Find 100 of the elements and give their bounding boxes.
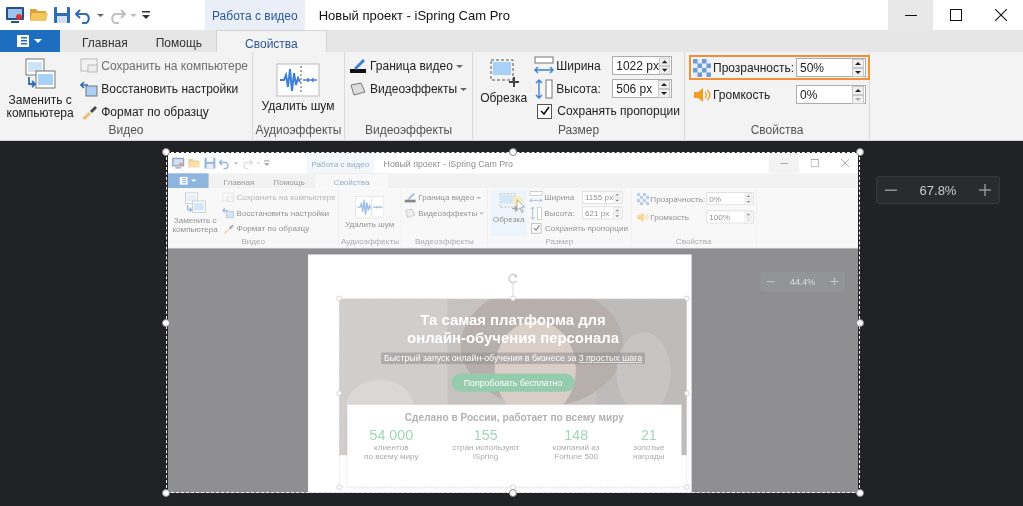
group-label: Аудиоэффекты [255, 123, 342, 139]
spinner-icon [613, 206, 622, 219]
waveform-icon [354, 195, 385, 219]
replace-button[interactable]: Заменить с компьютера [170, 190, 220, 237]
pen-icon [349, 57, 367, 74]
transparency-label: Прозрачность: [713, 60, 794, 75]
group-label: Свойства [750, 123, 804, 139]
ribbon-tab[interactable]: Свойства [216, 30, 327, 52]
file-menu-button[interactable] [0, 30, 60, 52]
resize-handle[interactable] [336, 390, 342, 396]
group-label: Свойства [675, 236, 712, 248]
checkbox[interactable] [531, 223, 542, 234]
crop-button[interactable]: Обрезка [490, 190, 527, 237]
stat-value: 148 [564, 427, 589, 444]
context-tab-label: Работа с видео [306, 153, 375, 174]
keep-proportions-checkbox[interactable]: Сохранять пропорции [534, 101, 680, 121]
transparency-label: Прозрачность: [650, 193, 706, 204]
subtitle-link[interactable]: 3 простых шага [578, 353, 643, 364]
number-field[interactable]: 1155 px [582, 190, 623, 204]
resize-handle[interactable] [684, 484, 690, 490]
minimize-button[interactable] [768, 153, 800, 174]
height-icon [534, 78, 555, 99]
group-label: Видеоэффекты [364, 123, 453, 139]
save-icon[interactable] [53, 6, 71, 24]
ribbon-tab[interactable]: Помощь [263, 173, 315, 189]
ribbon-command[interactable]: Восстановить настройки [80, 78, 248, 99]
resize-handle[interactable] [162, 148, 170, 156]
folder-icon[interactable] [187, 157, 202, 170]
checkbox-label: Сохранять пропорции [545, 223, 628, 233]
stat-caption: стран используют iSpring [452, 443, 520, 461]
brush-icon [222, 223, 235, 234]
speaker-icon [693, 85, 711, 104]
stat-caption: компаний из Fortune 500 [552, 443, 600, 461]
width-label: Ширина [556, 58, 602, 73]
resize-handle[interactable] [509, 148, 517, 156]
undo-icon[interactable] [75, 6, 93, 24]
resize-handle[interactable] [856, 148, 864, 156]
keep-proportions-checkbox[interactable]: Сохранять пропорции [529, 221, 628, 235]
height-label: Высота: [544, 208, 576, 218]
number-field[interactable]: 50% [796, 58, 866, 77]
window-title: Новый проект - iSpring Cam Pro [318, 7, 511, 23]
stat-caption: клиентов по всему миру [364, 443, 419, 461]
number-field[interactable]: 0% [796, 85, 866, 104]
remove-noise-button[interactable]: Удалить шум [257, 55, 339, 123]
stats-title: Сделано в России, работает по всему миру [404, 411, 624, 423]
stat-value: 54 000 [369, 427, 414, 444]
spinner-icon [658, 56, 671, 75]
replace-button[interactable]: Заменить с компьютера [4, 55, 77, 123]
volume-label: Громкость [650, 212, 691, 222]
number-field[interactable]: 1022 px [612, 56, 673, 75]
group-label: Размер [557, 123, 600, 139]
height-label: Высота: [556, 81, 602, 96]
stat-value: 21 [640, 427, 657, 444]
volume-label: Громкость [713, 87, 772, 102]
resize-handle[interactable] [510, 295, 516, 302]
subtitle: Быстрый запуск онлайн-обучения в бизнесе за [383, 353, 577, 364]
resize-handle[interactable] [684, 390, 690, 396]
number-field[interactable]: 506 px [612, 79, 673, 98]
spinner-icon [852, 85, 864, 104]
crop-icon [487, 57, 520, 89]
number-field[interactable]: 100% [706, 210, 754, 224]
waveform-icon [276, 63, 320, 97]
ribbon-command[interactable]: Формат по образцу [80, 101, 248, 122]
resize-handle[interactable] [162, 489, 170, 497]
crop-button[interactable]: Обрезка [477, 55, 531, 123]
resize-handle[interactable] [856, 489, 864, 497]
app-icon[interactable] [5, 6, 25, 24]
dropdown-command[interactable]: Граница видео [349, 55, 468, 76]
spinner-icon [744, 210, 753, 223]
width-label: Ширина [544, 192, 576, 203]
ribbon-command[interactable]: Формат по образцу [222, 221, 336, 236]
dropdown-command[interactable]: Видеоэффекты [404, 205, 484, 220]
dropdown-command[interactable]: Видеоэффекты [349, 78, 468, 99]
resize-handle[interactable] [856, 319, 864, 327]
film-swap-icon [23, 57, 58, 91]
ribbon-tab[interactable]: Главная [214, 173, 264, 189]
file-menu-button[interactable] [168, 173, 209, 189]
resize-handle[interactable] [684, 295, 690, 302]
checkerboard-icon [693, 58, 711, 77]
number-field[interactable]: 621 px [582, 206, 623, 220]
remove-noise-button[interactable]: Удалить шум [341, 190, 398, 237]
number-field[interactable]: 0% [706, 192, 754, 206]
ribbon-tab[interactable]: Свойства [314, 173, 390, 189]
ribbon-tab[interactable]: Главная [68, 30, 142, 52]
close-icon [994, 9, 1007, 21]
group-label: Видео [108, 123, 144, 139]
ribbon-tab[interactable]: Помощь [141, 30, 217, 52]
caret-icon [479, 210, 484, 216]
ribbon-command[interactable]: Восстановить настройки [222, 205, 336, 220]
dropdown-command[interactable]: Граница видео [404, 190, 484, 205]
group-label: Видеоэффекты [414, 236, 474, 248]
menu-icon [179, 176, 198, 185]
resize-handle[interactable] [336, 295, 342, 302]
maximize-icon [949, 9, 962, 21]
resize-handle[interactable] [336, 484, 342, 490]
checkbox[interactable] [537, 103, 553, 119]
spinner-icon [658, 79, 671, 98]
try-free-button[interactable]: Попробовать бесплатно [451, 373, 575, 392]
redo-icon[interactable] [241, 157, 254, 170]
resize-handle[interactable] [162, 319, 170, 327]
